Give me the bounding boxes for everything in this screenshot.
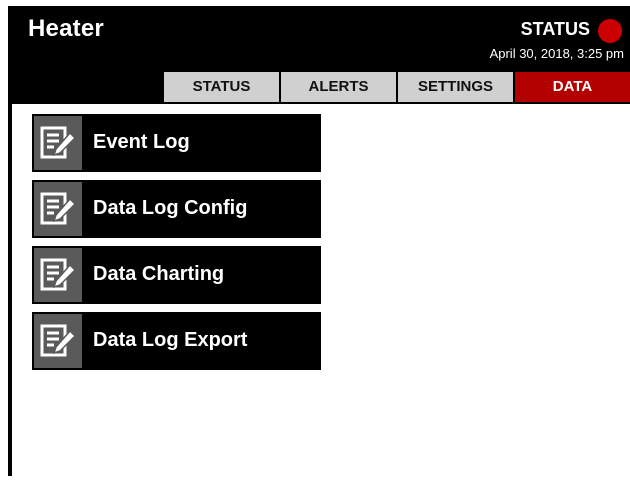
status-indicator [598,19,622,43]
notepad-pencil-icon [34,248,82,302]
device-screen: Heater STATUS April 30, 2018, 3:25 pm ST… [8,6,630,476]
status-label: STATUS [520,19,590,39]
datetime: April 30, 2018, 3:25 pm [489,46,624,61]
tab-status[interactable]: STATUS [164,72,281,102]
data-menu-panel: Event Log Data Log Config Data Charting … [12,104,630,476]
tab-alerts[interactable]: ALERTS [281,72,398,102]
data-charting-button[interactable]: Data Charting [32,246,321,304]
tab-settings[interactable]: SETTINGS [398,72,515,102]
tab-bar: STATUS ALERTS SETTINGS DATA [164,72,630,102]
menu-item-label: Data Charting [93,263,225,285]
menu-item-label: Event Log [93,131,190,153]
tab-data[interactable]: DATA [515,72,630,102]
data-log-config-button[interactable]: Data Log Config [32,180,321,238]
app-title: Heater [28,15,104,42]
notepad-pencil-icon [34,314,82,368]
header-bar: Heater STATUS April 30, 2018, 3:25 pm [8,6,630,72]
data-log-export-button[interactable]: Data Log Export [32,312,321,370]
menu-item-label: Data Log Export [93,329,248,351]
notepad-pencil-icon [34,182,82,236]
menu-item-label: Data Log Config [93,197,248,219]
event-log-button[interactable]: Event Log [32,114,321,172]
notepad-pencil-icon [34,116,82,170]
